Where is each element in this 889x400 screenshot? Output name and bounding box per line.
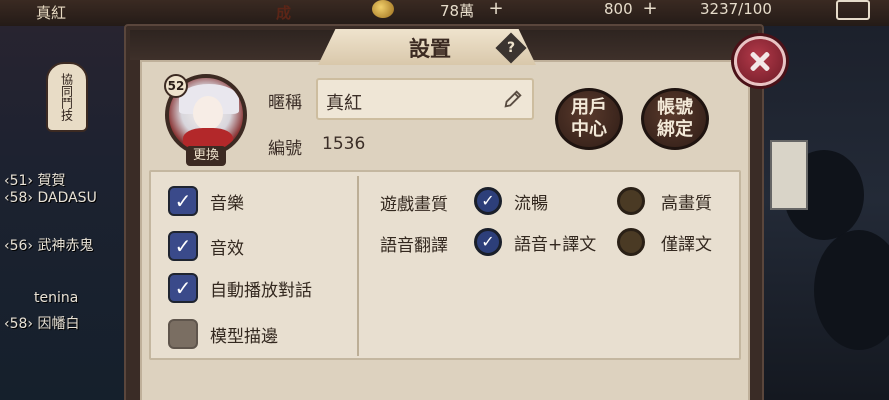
add-coins-button[interactable]: + [486, 0, 506, 18]
toggle-model-outline-label: 模型描邊 [210, 326, 278, 347]
voice-option-text-only[interactable]: 僅譯文 [617, 228, 712, 256]
voice-option-voice-text[interactable]: ✓ 語音+譯文 [474, 228, 596, 256]
chat-line: ‹51› 賀賀 [4, 173, 66, 189]
nickname-field[interactable]: 真紅 [316, 78, 534, 120]
chat-line: ‹56› 武神赤鬼 [4, 238, 94, 254]
chat-line: tenina [34, 290, 79, 306]
chat-line: ‹58› 因幡白 [4, 316, 80, 332]
radio-high-quality[interactable] [617, 187, 645, 215]
radio-voice-text[interactable]: ✓ [474, 228, 502, 256]
toggle-model-outline[interactable]: 模型描邊 [168, 319, 278, 349]
top-bar: 真紅 成 78萬 + 800 + 3237/100 [0, 0, 889, 26]
checkbox-sound-effects[interactable]: ✓ [168, 231, 198, 261]
player-name: 真紅 [36, 4, 67, 22]
nickname-value: 真紅 [326, 93, 362, 114]
voice-translation-label: 語音翻譯 [380, 236, 448, 256]
toggle-sound-effects-label: 音效 [210, 238, 244, 259]
toggle-auto-dialogue[interactable]: ✓ 自動播放對話 [168, 273, 312, 303]
pencil-icon[interactable] [502, 88, 524, 110]
change-avatar-button[interactable]: 更換 [186, 146, 226, 166]
voice-option-text-only-label: 僅譯文 [661, 234, 712, 255]
checkbox-music[interactable]: ✓ [168, 186, 198, 216]
voice-option-voice-text-label: 語音+譯文 [514, 234, 597, 255]
id-label: 編號 [268, 139, 302, 159]
radio-smooth[interactable]: ✓ [474, 187, 502, 215]
quality-label: 遊戲畫質 [380, 195, 448, 215]
user-center-button[interactable]: 用戶中心 [555, 88, 623, 150]
options-divider [357, 176, 359, 356]
toggle-music[interactable]: ✓ 音樂 [168, 186, 244, 216]
quality-option-smooth-label: 流暢 [514, 193, 548, 214]
mail-icon[interactable] [836, 0, 870, 20]
background-signboard [770, 140, 808, 210]
toggle-music-label: 音樂 [210, 193, 244, 214]
checkbox-model-outline[interactable] [168, 319, 198, 349]
close-button[interactable] [734, 36, 786, 86]
level-badge: 52 [164, 74, 188, 98]
nickname-label: 暱稱 [268, 93, 302, 113]
bind-account-button[interactable]: 帳號綁定 [641, 88, 709, 150]
quality-option-smooth[interactable]: ✓ 流暢 [474, 187, 548, 215]
chat-line: ‹58› DADASU [4, 190, 97, 206]
coop-battle-badge[interactable]: 協同鬥技 [46, 62, 88, 132]
radio-text-only[interactable] [617, 228, 645, 256]
id-value: 1536 [322, 134, 366, 154]
dialog-title: 設置 [409, 36, 451, 61]
resource-gems: 800 [604, 0, 633, 18]
toggle-sound-effects[interactable]: ✓ 音效 [168, 231, 244, 261]
quality-option-high[interactable]: 高畫質 [617, 187, 712, 215]
checkbox-auto-dialogue[interactable]: ✓ [168, 273, 198, 303]
top-title-fragment: 成 [276, 4, 292, 22]
quality-option-high-label: 高畫質 [661, 193, 712, 214]
resource-coins: 78萬 [440, 2, 475, 20]
resource-stamina: 3237/100 [700, 0, 772, 18]
coin-icon [372, 0, 394, 18]
toggle-auto-dialogue-label: 自動播放對話 [210, 280, 312, 301]
add-gems-button[interactable]: + [640, 0, 660, 18]
